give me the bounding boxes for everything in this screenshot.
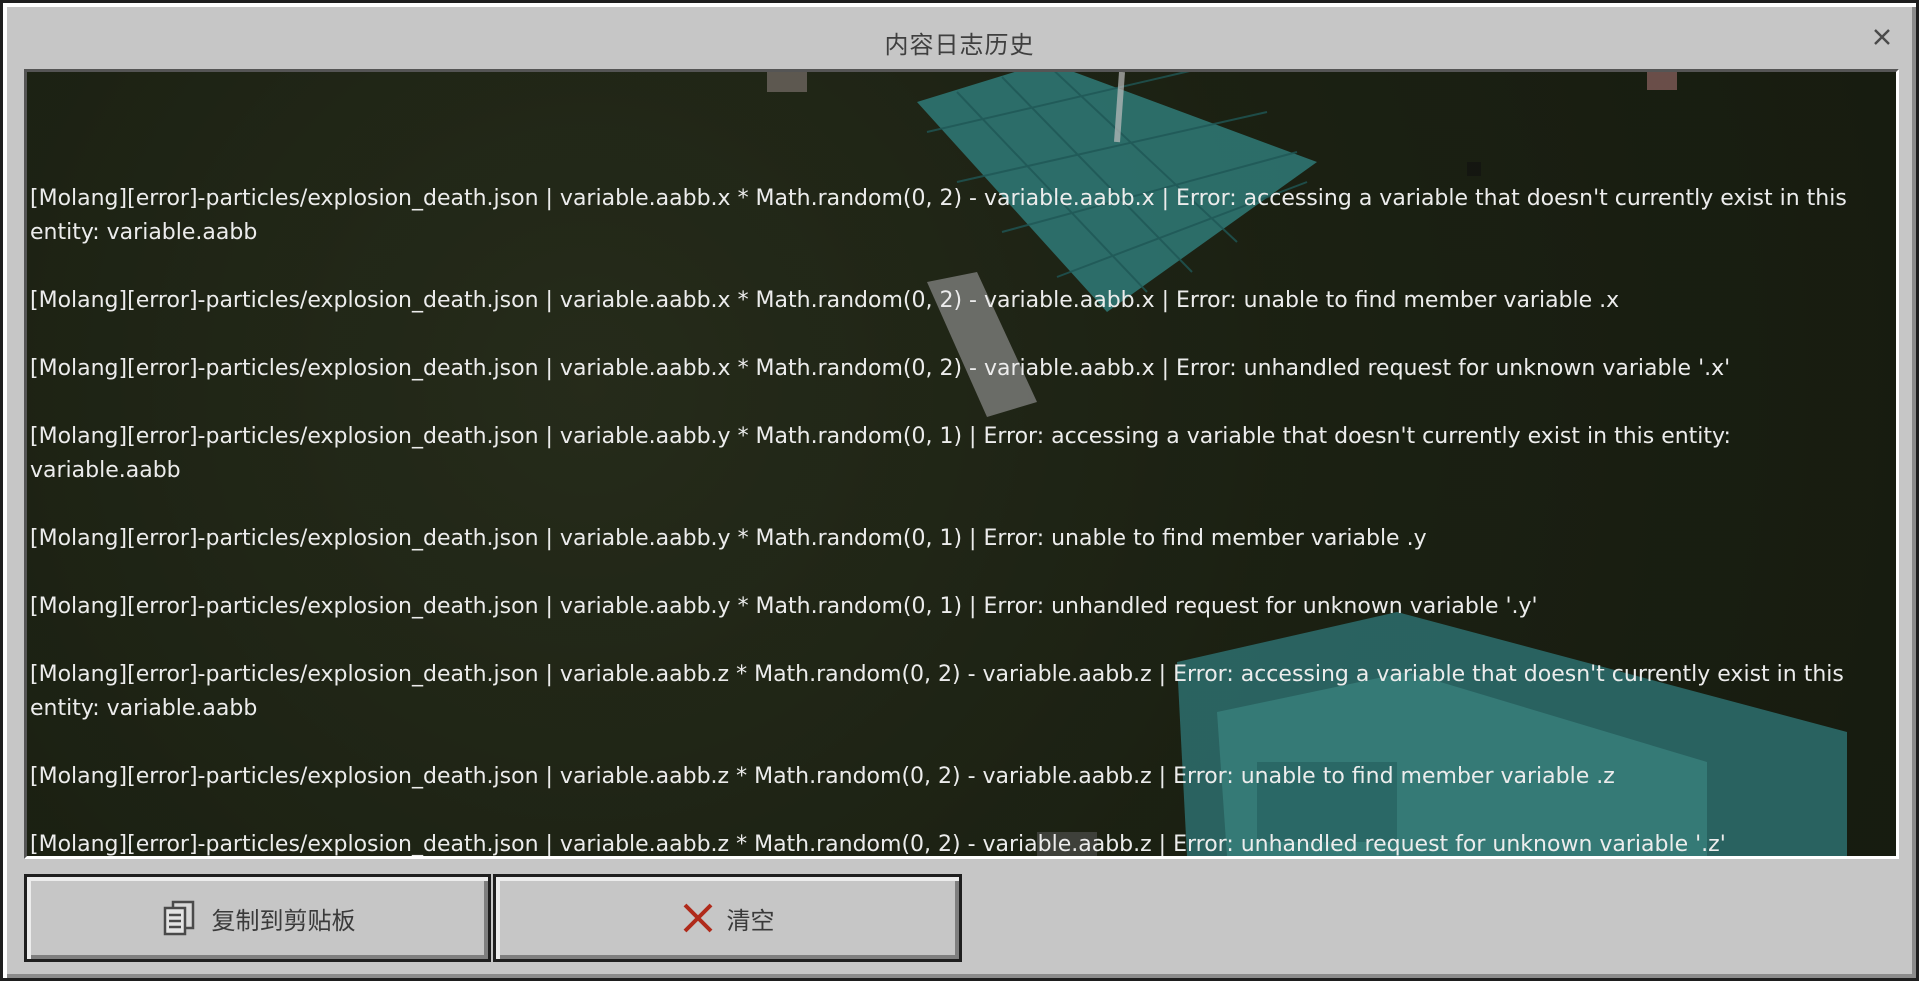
x-icon xyxy=(681,901,715,935)
clipboard-icon xyxy=(160,898,200,938)
clear-button[interactable]: 清空 xyxy=(493,874,962,962)
log-entry: [Molang][error]-particles/explosion_deat… xyxy=(30,186,1847,245)
log-entry: [Molang][error]-particles/explosion_deat… xyxy=(30,594,1538,619)
dialog-title: 内容日志历史 xyxy=(884,31,1035,59)
log-entry: [Molang][error]-particles/explosion_deat… xyxy=(30,288,1620,313)
close-icon xyxy=(1874,29,1890,45)
clear-button-label: 清空 xyxy=(726,906,775,935)
copy-to-clipboard-button[interactable]: 复制到剪贴板 xyxy=(24,874,491,962)
log-list: [Molang][error]-particles/explosion_deat… xyxy=(27,72,1896,856)
log-entry: [Molang][error]-particles/explosion_deat… xyxy=(30,764,1615,789)
log-entry: [Molang][error]-particles/explosion_deat… xyxy=(30,424,1731,483)
close-button[interactable] xyxy=(1870,25,1894,49)
content-log-dialog: 内容日志历史 [Molang][error]-particles/explosi… xyxy=(0,0,1919,981)
log-entry: [Molang][error]-particles/explosion_deat… xyxy=(30,526,1427,551)
log-entry: [Molang][error]-particles/explosion_deat… xyxy=(30,832,1726,857)
copy-button-label: 复制到剪贴板 xyxy=(211,906,356,935)
log-entry: [Molang][error]-particles/explosion_deat… xyxy=(30,662,1844,721)
log-entry: [Molang][error]-particles/explosion_deat… xyxy=(30,356,1731,381)
log-scroll-area[interactable]: [Molang][error]-particles/explosion_deat… xyxy=(24,69,1899,859)
